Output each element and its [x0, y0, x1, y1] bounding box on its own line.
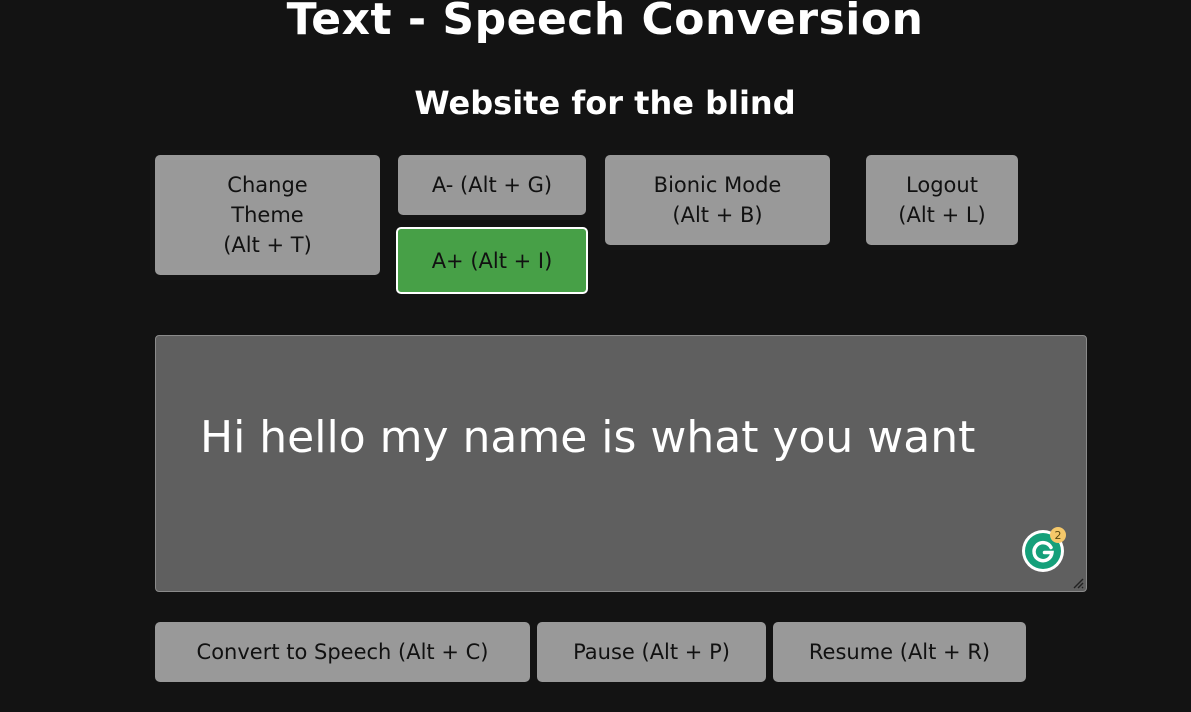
grammarly-badge-count: 2 — [1055, 529, 1062, 542]
increase-font-button[interactable]: A+ (Alt + I) — [396, 227, 588, 294]
grammarly-icon[interactable]: 2 — [1021, 527, 1067, 573]
text-input-content: Hi hello my name is what you want — [199, 412, 976, 463]
text-input-area[interactable]: Hi hello my name is what you want — [155, 335, 1087, 592]
change-theme-button[interactable]: Change Theme (Alt + T) — [155, 155, 380, 275]
logout-button[interactable]: Logout (Alt + L) — [866, 155, 1018, 245]
resize-handle-icon[interactable] — [1072, 577, 1084, 589]
bionic-mode-button[interactable]: Bionic Mode (Alt + B) — [605, 155, 830, 245]
page-title: Text - Speech Conversion — [286, 0, 924, 45]
convert-to-speech-button[interactable]: Convert to Speech (Alt + C) — [155, 622, 530, 682]
resume-button[interactable]: Resume (Alt + R) — [773, 622, 1026, 682]
page-subtitle: Website for the blind — [414, 84, 796, 122]
decrease-font-button[interactable]: A- (Alt + G) — [398, 155, 586, 215]
pause-button[interactable]: Pause (Alt + P) — [537, 622, 766, 682]
